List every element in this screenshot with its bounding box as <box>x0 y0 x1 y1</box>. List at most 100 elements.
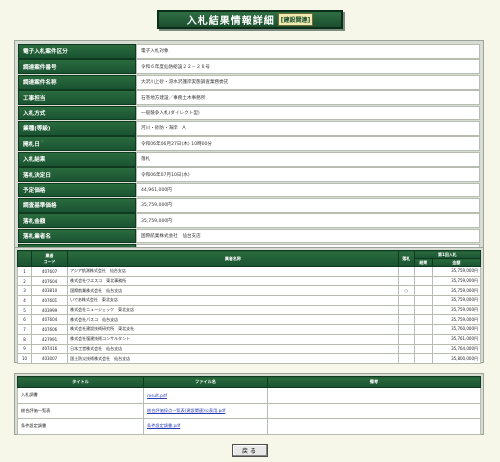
bid-result <box>413 314 433 326</box>
detail-label: 開札日 <box>18 136 136 152</box>
document-title: 入札調書 <box>17 387 144 404</box>
detail-label: 調査基準価格 <box>18 197 136 213</box>
vendor-name: 国土防災技術株式会社 仙台支店 <box>67 353 399 364</box>
detail-value: 落札 <box>136 151 480 167</box>
row-number: 6 <box>16 314 33 326</box>
detail-value: 令和06年07月10日(水) <box>136 167 480 182</box>
document-note <box>267 402 481 419</box>
vendor-name: 国際航業株式会社 仙台支店 <box>67 285 399 297</box>
row-number: 1 <box>16 266 33 277</box>
bid-amount: 35,764,000円 <box>431 343 482 355</box>
bid-results-table: 業者 コード 業者名称 落札 第1回入札 結果 金額 1 407607 アジア航測株… <box>16 250 482 364</box>
document-file-cell: 条件設定調書.pdf <box>143 418 268 435</box>
vendor-name: 株式会社ニュージェック 東北支店 <box>67 304 399 316</box>
winner-mark <box>397 333 415 345</box>
document-title: 条件設定調書 <box>17 418 144 435</box>
detail-label: 調達案件番号 <box>18 59 136 75</box>
documents-panel: タイトル ファイル名 備考 入札調書 result.pdf 総合評価一覧表 総合評価採… <box>14 373 484 435</box>
winner-mark <box>397 343 415 355</box>
document-row: 入札調書 result.pdf <box>17 387 481 404</box>
detail-label: 業種(等級) <box>18 120 136 136</box>
vendor-name: 株式会社ウエスコ 東北事務所 <box>67 275 399 287</box>
detail-value: 35,759,000円 <box>136 213 480 229</box>
winner-mark <box>397 314 415 326</box>
doc-note-header: 備考 <box>267 376 481 388</box>
detail-row: 調査基準価格 35,759,000円 <box>18 197 480 213</box>
back-button[interactable]: 戻る <box>232 444 268 457</box>
table-row: 8 427991 株式会社復建技術コンサルタント 35,761,000円 <box>16 333 482 345</box>
row-number: 2 <box>16 275 33 287</box>
vendor-name: いであ株式会社 東北支店 <box>67 295 399 306</box>
col-no-header <box>16 250 33 267</box>
vendor-name: 株式会社パスコ 仙台支店 <box>67 314 399 326</box>
vendor-code: 407416 <box>31 343 69 355</box>
detail-row: 入札結果 落札 <box>18 151 480 167</box>
documents-table: タイトル ファイル名 備考 入札調書 result.pdf 総合評価一覧表 総合評価採… <box>17 376 481 435</box>
bid-amount: 35,800,000円 <box>431 353 482 364</box>
detail-value: 河川・砂防・海岸 A <box>136 120 480 136</box>
detail-label: 入札結果 <box>18 151 136 167</box>
bid-result <box>413 343 433 355</box>
col-bid-group-header: 第1回入札 <box>413 250 482 259</box>
winner-mark <box>397 304 415 316</box>
bid-amount: 35,759,000円 <box>431 314 482 326</box>
bid-amount: 35,759,000円 <box>431 304 482 316</box>
col-code-header: 業者 コード <box>31 250 69 267</box>
bid-amount: 35,760,000円 <box>431 324 482 335</box>
detail-value: 大沢川上砂・涼水沢護岸実態調査業務委託 <box>136 74 480 90</box>
document-note <box>267 387 481 404</box>
detail-label: 調達案件名称 <box>18 74 136 90</box>
document-row: 総合評価一覧表 総合評価採点一覧表(建設関連)公表用.pdf <box>17 402 481 419</box>
vendor-code: 427991 <box>31 333 69 345</box>
winner-mark <box>397 275 415 287</box>
detail-row: 電子入札案件区分 電子入札対象 <box>18 44 480 59</box>
row-number: 5 <box>16 304 33 316</box>
detail-label: 入札方式 <box>18 105 136 121</box>
bid-result <box>413 266 433 277</box>
detail-label: 落札決定日 <box>18 167 136 182</box>
table-row: 3 403810 国際航業株式会社 仙台支店 ○ 35,759,000円 <box>16 285 482 297</box>
bid-result <box>413 324 433 335</box>
vendor-name: 日本工営株式会社 仙台支店 <box>67 343 399 355</box>
page-title: 入札結果情報詳細 [建設関連] <box>157 10 343 29</box>
detail-label: 電子入札案件区分 <box>18 44 136 59</box>
vendor-code: 407604 <box>31 275 69 287</box>
detail-value: 令和６年度仙防総設２２－２８号 <box>136 59 480 75</box>
page-title-banner: 入札結果情報詳細 [建設関連] <box>157 10 343 29</box>
bid-result <box>413 295 433 306</box>
document-file-link[interactable]: 条件設定調書.pdf <box>147 423 180 428</box>
table-row: 1 407607 アジア航測株式会社 仙台支店 35,759,000円 <box>16 266 482 277</box>
row-number: 4 <box>16 295 33 306</box>
detail-label: 工事担当 <box>18 90 136 105</box>
vendor-code: 407607 <box>31 266 69 277</box>
bid-result <box>413 304 433 316</box>
detail-value: 令和06年06月27日(木) 10時00分 <box>136 136 480 152</box>
detail-row: 工事担当 石巻地方建設／事務土木事務所 <box>18 90 480 105</box>
bid-amount: 35,759,000円 <box>431 285 482 297</box>
bid-result <box>413 275 433 287</box>
winner-mark <box>397 266 415 277</box>
detail-row: 落札決定日 令和06年07月10日(水) <box>18 167 480 182</box>
document-file-link[interactable]: result.pdf <box>147 393 167 398</box>
bid-amount: 35,759,000円 <box>431 266 482 277</box>
detail-value: 石巻地方建設／事務土木事務所 <box>136 90 480 105</box>
detail-value: 電子入札対象 <box>136 44 480 59</box>
table-row: 5 403999 株式会社ニュージェック 東北支店 35,759,000円 <box>16 304 482 316</box>
detail-row: 調達案件名称 大沢川上砂・涼水沢護岸実態調査業務委託 <box>18 74 480 90</box>
vendor-code: 407601 <box>31 295 69 306</box>
winner-mark <box>397 324 415 335</box>
bid-result <box>413 285 433 297</box>
detail-value: 一般競争入札(ダイレクト型) <box>136 105 480 121</box>
vendor-code: 403810 <box>31 285 69 297</box>
detail-label: 落札業者名 <box>18 228 136 244</box>
document-row: 条件設定調書 条件設定調書.pdf <box>17 418 481 435</box>
vendor-code: 403007 <box>31 353 69 364</box>
detail-row: 落札金額 35,759,000円 <box>18 213 480 229</box>
vendor-name: 株式会社建設技術研究所 東北支社 <box>67 324 399 335</box>
table-row: 9 407416 日本工営株式会社 仙台支店 35,764,000円 <box>16 343 482 355</box>
page-subtitle-badge: [建設関連] <box>277 13 314 26</box>
vendor-code: 403999 <box>31 304 69 316</box>
detail-row: 開札日 令和06年06月27日(木) 10時00分 <box>18 136 480 152</box>
winner-mark <box>397 295 415 306</box>
document-file-link[interactable]: 総合評価採点一覧表(建設関連)公表用.pdf <box>147 408 225 413</box>
